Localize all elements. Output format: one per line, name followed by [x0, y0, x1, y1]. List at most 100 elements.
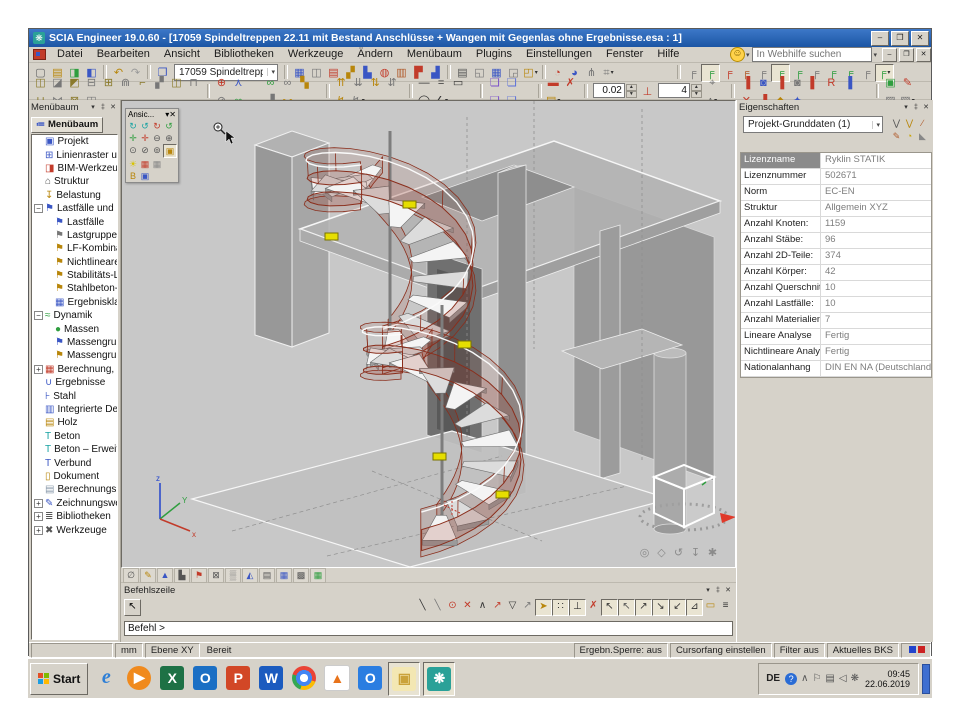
menu-einstellungen[interactable]: Einstellungen: [519, 47, 599, 62]
panel-menu-icon[interactable]: ▾: [88, 103, 98, 111]
property-value[interactable]: DIN EN NA (Deutschland): [821, 361, 931, 376]
tree-item[interactable]: ⚑Lastgruppen: [32, 229, 117, 242]
snap-tool-icon[interactable]: ↘: [652, 599, 669, 616]
taskbar-media-player[interactable]: ▶: [124, 662, 154, 694]
snap-tool-icon[interactable]: ▭: [703, 599, 718, 614]
tree-expander-icon[interactable]: −: [34, 204, 43, 213]
snap-tool-icon[interactable]: ✗: [586, 599, 601, 614]
tree-item[interactable]: TBeton: [32, 430, 117, 443]
line-style-icon[interactable]: ▭: [450, 75, 467, 91]
property-row[interactable]: LizenznameRyklin STATIK: [741, 153, 931, 169]
tree-item[interactable]: ⚑Massengruppen-Kon: [32, 349, 117, 362]
tree-item[interactable]: ⊦Stahl: [32, 389, 117, 402]
chevron-down-icon[interactable]: ▾: [873, 51, 877, 59]
minimize-button[interactable]: –: [871, 31, 889, 46]
pointer-tool-button[interactable]: ↖: [124, 599, 141, 616]
property-value[interactable]: 374: [821, 249, 931, 264]
property-value[interactable]: 96: [821, 233, 931, 248]
tray-icon[interactable]: ❋: [851, 673, 859, 684]
pin-icon[interactable]: ‡: [911, 104, 921, 111]
document-icon[interactable]: [33, 49, 46, 60]
taskbar-outlook[interactable]: O: [190, 662, 220, 694]
tree-item[interactable]: ◨BIM-Werkzeugkasten: [32, 162, 117, 175]
calc-tool-icon[interactable]: ⌗: [600, 65, 617, 81]
cad-tool-icon[interactable]: ⊕: [213, 75, 230, 91]
taskbar-file-manager[interactable]: ▣: [388, 662, 420, 696]
grid-step-spinner[interactable]: 4 ▲▼: [658, 83, 702, 98]
result-tool-icon[interactable]: ▌: [806, 75, 823, 91]
taskbar-scia-engineer[interactable]: ❋: [423, 662, 455, 696]
tree-item[interactable]: +✖Werkzeuge: [32, 523, 117, 536]
view-control-icon[interactable]: ◇: [653, 545, 670, 561]
view-control-icon[interactable]: ↧: [687, 545, 704, 561]
zoom-tool-icon[interactable]: ⊚: [151, 144, 163, 156]
property-row[interactable]: Anzahl 2D-Teile:374: [741, 249, 931, 265]
property-value[interactable]: Fertig: [821, 345, 931, 360]
tree-item[interactable]: ⚑Stahlbeton-LFK: [32, 282, 117, 295]
edit-icon[interactable]: ◣: [916, 129, 929, 142]
property-row[interactable]: NationalanhangDIN EN NA (Deutschland): [741, 361, 931, 377]
snap-tool-icon[interactable]: ⊥: [569, 599, 586, 616]
tree-item[interactable]: TVerbund: [32, 456, 117, 469]
properties-combobox[interactable]: Projekt-Grunddaten (1) ▾: [743, 116, 883, 133]
property-value[interactable]: EC-EN: [821, 185, 931, 200]
menu-tree-panel-header[interactable]: Menübaum ▾ ‡ ✕: [29, 100, 120, 114]
pin-icon[interactable]: ‡: [713, 587, 723, 594]
tree-item[interactable]: ↧Belastung: [32, 189, 117, 202]
snap-size-spinner[interactable]: 0.02 ▲▼: [593, 83, 637, 98]
snap-tool-icon[interactable]: ↗: [520, 599, 535, 614]
cad-tool-icon[interactable]: ◫: [32, 75, 49, 91]
3d-viewport[interactable]: z Y x Ansic... ▾ ✕ ↻↺↻↺ ✛✛⊖⊕: [121, 100, 736, 568]
spin-up-icon[interactable]: ▲: [691, 84, 702, 91]
help-smiley-icon[interactable]: ☺: [730, 47, 745, 62]
property-row[interactable]: Anzahl Stäbe:96: [741, 233, 931, 249]
tree-expander-icon[interactable]: −: [34, 311, 43, 320]
render-tool-icon[interactable]: ▣: [882, 75, 899, 91]
tree-item[interactable]: TBeton – Erweitert: [32, 443, 117, 456]
view-tab-icon[interactable]: ▒: [225, 568, 241, 583]
menu-datei[interactable]: Datei: [50, 47, 90, 62]
spin-up-icon[interactable]: ▲: [626, 84, 637, 91]
status-ucs[interactable]: Aktuelles BKS: [827, 643, 899, 658]
zoom-tool-icon[interactable]: ⊙: [127, 144, 139, 156]
snap-tool-icon[interactable]: ↗: [635, 599, 652, 616]
snap-tool-icon[interactable]: ↖: [601, 599, 618, 616]
tree-item[interactable]: ⚑Stabilitäts-LFK: [32, 269, 117, 282]
close-icon[interactable]: ✕: [108, 103, 118, 111]
menu-hilfe[interactable]: Hilfe: [650, 47, 686, 62]
title-bar[interactable]: ❋ SCIA Engineer 19.0.60 - [17059 Spindel…: [29, 29, 931, 47]
cad-tool-icon[interactable]: ▚: [296, 75, 313, 91]
anchor-tool-icon[interactable]: ⊥: [639, 84, 656, 100]
snap-tool-icon[interactable]: ∷: [552, 599, 569, 616]
tree-item[interactable]: ▣Projekt: [32, 135, 117, 148]
cad-tool-icon[interactable]: ⊓: [185, 75, 202, 91]
view-tab-icon[interactable]: ▩: [293, 568, 309, 583]
result-tool-icon[interactable]: ▐: [840, 75, 857, 91]
property-row[interactable]: Anzahl Querschnitte:10: [741, 281, 931, 297]
page-tool-icon[interactable]: ❏: [503, 75, 520, 91]
taskbar-outlook-2[interactable]: O: [355, 662, 385, 694]
property-value[interactable]: 7: [821, 313, 931, 328]
view-tab-icon[interactable]: ✎: [140, 568, 156, 583]
view-flag-icon[interactable]: ╒: [684, 65, 701, 81]
snap-tool-icon[interactable]: ╲: [430, 599, 445, 614]
result-tool-icon[interactable]: ▐: [738, 75, 755, 91]
tree-item[interactable]: ⚑Nichtlineare LF-Komb: [32, 256, 117, 269]
view-tab-icon[interactable]: ▦: [310, 568, 326, 583]
tree-expander-icon[interactable]: +: [34, 526, 43, 535]
snap-tool-icon[interactable]: ╲: [415, 599, 430, 614]
tray-icon[interactable]: ◁: [839, 673, 847, 684]
line-style-icon[interactable]: =: [433, 75, 450, 91]
property-value[interactable]: 42: [821, 265, 931, 280]
grid-step-value[interactable]: 4: [658, 83, 690, 98]
snap-tool-icon[interactable]: ⊙: [445, 599, 460, 614]
zoom-tool-icon[interactable]: ▣: [163, 144, 177, 158]
misc-tool-icon[interactable]: ▬: [545, 75, 562, 91]
cad-tool-icon[interactable]: ⊞: [100, 75, 117, 91]
cad-tool-icon[interactable]: ⋒: [117, 75, 134, 91]
result-tool-icon[interactable]: ▐: [772, 75, 789, 91]
tree-item[interactable]: ▤Holz: [32, 416, 117, 429]
status-filter[interactable]: Filter aus: [774, 643, 825, 658]
command-input[interactable]: [124, 621, 733, 636]
tree-expander-icon[interactable]: +: [34, 512, 43, 521]
